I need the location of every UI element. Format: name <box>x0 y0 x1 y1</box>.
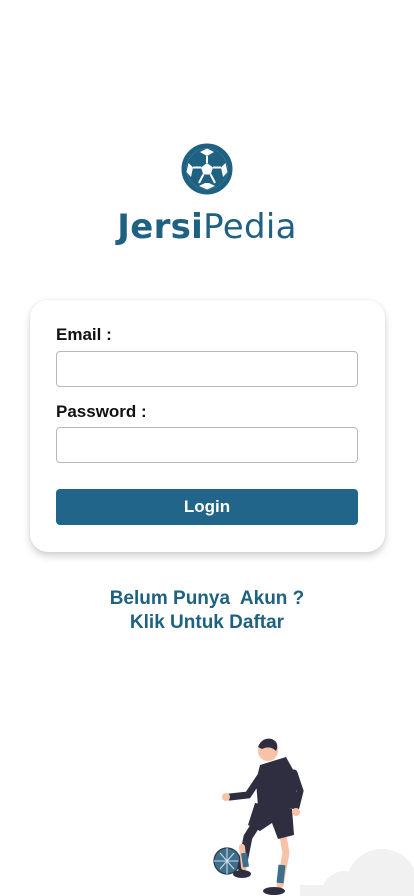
soccer-ball-icon <box>181 143 233 195</box>
soccer-ball-small-icon <box>213 847 241 875</box>
password-label: Password : <box>56 402 147 421</box>
register-link[interactable]: Belum Punya Akun ? Klik Untuk Daftar <box>0 587 414 635</box>
football-player-illustration <box>213 738 414 896</box>
brand-name: JersiPedia <box>117 207 296 247</box>
app-logo: JersiPedia <box>0 143 414 247</box>
register-prompt: Belum Punya Akun ? <box>109 588 305 609</box>
register-cta: Klik Untuk Daftar <box>129 612 285 633</box>
email-input[interactable] <box>56 351 358 387</box>
brand-name-regular: Pedia <box>203 207 297 247</box>
login-button[interactable]: Login <box>56 489 358 525</box>
password-input[interactable] <box>56 427 358 463</box>
cloud-shape <box>300 849 414 896</box>
brand-name-bold: Jersi <box>117 207 204 247</box>
login-screen: JersiPedia Email : Password : Login Belu… <box>0 0 414 896</box>
login-card: Email : Password : Login <box>30 300 385 552</box>
email-label: Email : <box>56 325 112 344</box>
